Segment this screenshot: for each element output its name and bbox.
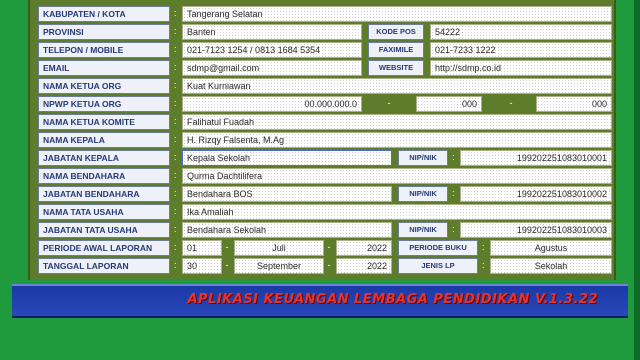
row-provinsi: PROVINSI : Banten KODE POS 54222 [38,24,614,40]
website-field[interactable]: http://sdmp.co.id [430,60,612,76]
row-ketua-komite: NAMA KETUA KOMITE : Falihatul Fuadah [38,114,614,130]
tanggal-label: TANGGAL LAPORAN [38,258,170,274]
npwp-part2-field[interactable]: 000 [416,96,482,112]
bendahara-field[interactable]: Qurma Dachtilifera [182,168,612,184]
nip-kepala-field[interactable]: 199202251083010001 [460,150,612,166]
faximile-field[interactable]: 021-7233 1222 [430,42,612,58]
tanggal-year-field[interactable]: 2022 [336,258,392,274]
nip-bendahara-label: NIP/NIK [398,186,448,202]
nip-tu-field[interactable]: 199202251083010003 [460,222,612,238]
provinsi-field[interactable]: Banten [182,24,362,40]
kabupaten-field[interactable]: Tangerang Selatan [182,6,612,22]
jenis-lp-label: JENIS LP [398,258,478,274]
jabatan-tu-field[interactable]: Bendahara Sekolah [182,222,392,238]
row-kepala: NAMA KEPALA : H. Rizqy Falsenta, M.Ag [38,132,614,148]
kodepos-field[interactable]: 54222 [430,24,612,40]
tata-usaha-field[interactable]: Ika Amaliah [182,204,612,220]
jenis-lp-field[interactable]: Sekolah [490,258,612,274]
kepala-label: NAMA KEPALA [38,132,170,148]
ketua-komite-label: NAMA KETUA KOMITE [38,114,170,130]
ketua-org-label: NAMA KETUA ORG [38,78,170,94]
row-email: EMAIL : sdmp@gmail.com WEBSITE http://sd… [38,60,614,76]
row-kabupaten: KABUPATEN / KOTA : Tangerang Selatan [38,6,614,22]
npwp-label: NPWP KETUA ORG [38,96,170,112]
kabupaten-label: KABUPATEN / KOTA [38,6,170,22]
jabatan-tu-label: JABATAN TATA USAHA [38,222,170,238]
row-ketua-org: NAMA KETUA ORG : Kuat Kurniawan [38,78,614,94]
banner-title: APLIKASI KEUANGAN LEMBAGA PENDIDIKAN V.1… [187,292,598,307]
periode-buku-label: PERIODE BUKU [398,240,478,256]
periode-day-field[interactable]: 01 [182,240,222,256]
npwp-part3-field[interactable]: 000 [536,96,612,112]
tanggal-month-field[interactable]: September [234,258,324,274]
row-jabatan-kepala: JABATAN KEPALA : Kepala Sekolah NIP/NIK … [38,150,614,166]
website-label: WEBSITE [368,60,424,76]
tanggal-day-field[interactable]: 30 [182,258,222,274]
telepon-field[interactable]: 021-7123 1254 / 0813 1684 5354 [182,42,362,58]
form-panel: KABUPATEN / KOTA : Tangerang Selatan PRO… [28,0,616,280]
app-banner: APLIKASI KEUANGAN LEMBAGA PENDIDIKAN V.1… [12,284,628,318]
nip-tu-label: NIP/NIK [398,222,448,238]
row-periode-awal: PERIODE AWAL LAPORAN : 01 - Juli - 2022 … [38,240,614,256]
telepon-label: TELEPON / MOBILE [38,42,170,58]
row-tata-usaha: NAMA TATA USAHA : Ika Amaliah [38,204,614,220]
email-label: EMAIL [38,60,170,76]
provinsi-label: PROVINSI [38,24,170,40]
jabatan-kepala-label: JABATAN KEPALA [38,150,170,166]
row-tanggal: TANGGAL LAPORAN : 30 - September - 2022 … [38,258,614,274]
row-telepon: TELEPON / MOBILE : 021-7123 1254 / 0813 … [38,42,614,58]
window-edge [634,0,640,360]
npwp-part1-field[interactable]: 00.000.000.0 [182,96,362,112]
bendahara-label: NAMA BENDAHARA [38,168,170,184]
periode-buku-field[interactable]: Agustus [490,240,612,256]
nip-kepala-label: NIP/NIK [398,150,448,166]
periode-year-field[interactable]: 2022 [336,240,392,256]
jabatan-bendahara-label: JABATAN BENDAHARA [38,186,170,202]
ketua-org-field[interactable]: Kuat Kurniawan [182,78,612,94]
tata-usaha-label: NAMA TATA USAHA [38,204,170,220]
row-npwp: NPWP KETUA ORG : 00.000.000.0 - 000 - 00… [38,96,614,112]
kepala-field[interactable]: H. Rizqy Falsenta, M.Ag [182,132,612,148]
ketua-komite-field[interactable]: Falihatul Fuadah [182,114,612,130]
kodepos-label: KODE POS [368,24,424,40]
periode-month-field[interactable]: Juli [234,240,324,256]
jabatan-kepala-field[interactable]: Kepala Sekolah [182,150,392,166]
row-bendahara: NAMA BENDAHARA : Qurma Dachtilifera [38,168,614,184]
periode-awal-label: PERIODE AWAL LAPORAN [38,240,170,256]
jabatan-bendahara-field[interactable]: Bendahara BOS [182,186,392,202]
row-jabatan-bendahara: JABATAN BENDAHARA : Bendahara BOS NIP/NI… [38,186,614,202]
row-jabatan-tu: JABATAN TATA USAHA : Bendahara Sekolah N… [38,222,614,238]
nip-bendahara-field[interactable]: 199202251083010002 [460,186,612,202]
faximile-label: FAXIMILE [368,42,424,58]
email-field[interactable]: sdmp@gmail.com [182,60,362,76]
